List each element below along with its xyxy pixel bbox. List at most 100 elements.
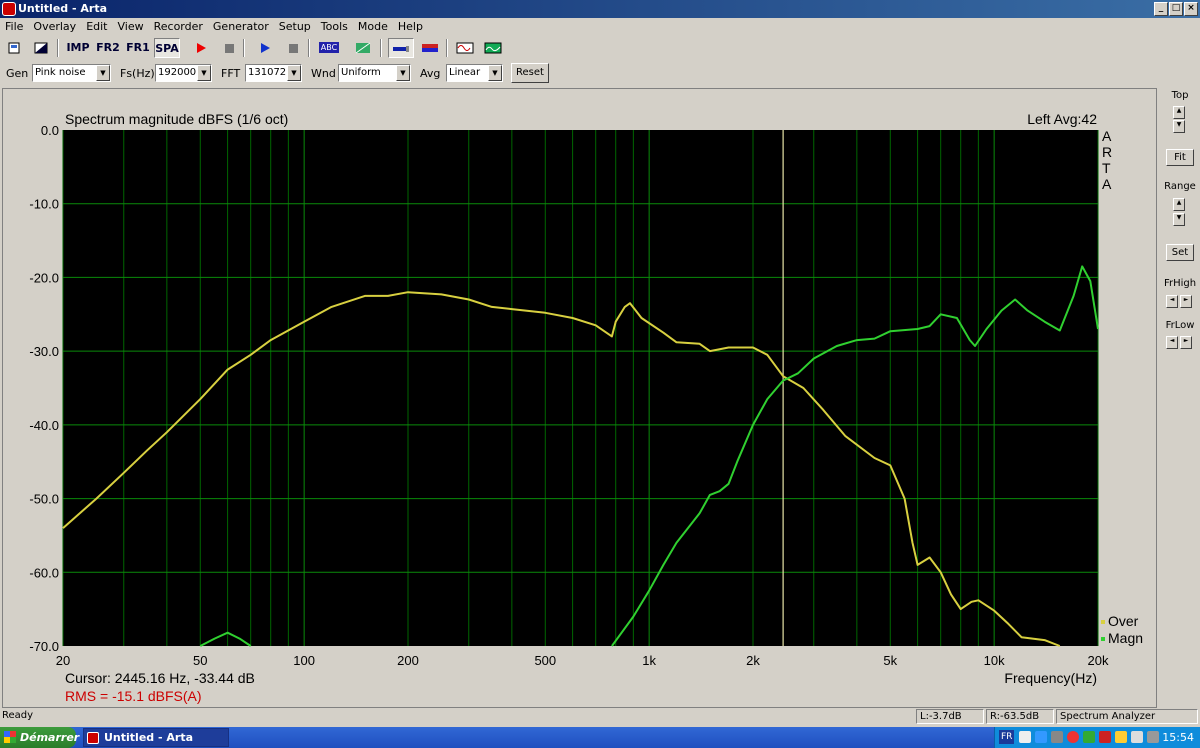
chevron-down-icon: ▼: [287, 65, 301, 81]
menu-view[interactable]: View: [113, 18, 149, 35]
frhigh-left-button[interactable]: ◄: [1166, 295, 1178, 308]
generator-play-icon[interactable]: [254, 38, 276, 58]
menu-edit[interactable]: Edit: [81, 18, 112, 35]
arta-watermark-letter: R: [1102, 144, 1112, 160]
x-tick-label: 2k: [746, 653, 760, 668]
legend-label-over: Over: [1108, 613, 1139, 629]
language-indicator[interactable]: FR: [999, 730, 1015, 744]
toolbar-separator: [243, 39, 245, 57]
blocked-icon[interactable]: [1067, 731, 1079, 743]
spa-mode-button[interactable]: SPA: [154, 38, 180, 58]
menu-file[interactable]: File: [0, 18, 28, 35]
abc-label-icon[interactable]: ABC: [316, 38, 342, 58]
top-label: Top: [1171, 90, 1189, 101]
reset-button[interactable]: Reset: [511, 63, 549, 83]
antivirus-icon[interactable]: [1083, 731, 1095, 743]
spectrum-generator-icon[interactable]: [480, 38, 506, 58]
wnd-label: Wnd: [311, 67, 336, 80]
security-icon[interactable]: [1099, 731, 1111, 743]
close-button[interactable]: ×: [1184, 2, 1198, 16]
set-button[interactable]: Set: [1166, 244, 1194, 261]
gen-label: Gen: [6, 67, 29, 80]
frlow-right-button[interactable]: ►: [1180, 336, 1192, 349]
right-level: R:-63.5dB: [986, 709, 1054, 724]
fr1-mode-button[interactable]: FR1: [125, 38, 151, 58]
menu-setup[interactable]: Setup: [274, 18, 316, 35]
menu-recorder[interactable]: Recorder: [149, 18, 208, 35]
y-tick-label: -50.0: [29, 492, 59, 507]
speaker-icon[interactable]: [1051, 731, 1063, 743]
averaging-select[interactable]: Linear ▼: [446, 64, 503, 82]
chevron-down-icon: ▼: [396, 65, 410, 81]
fs-label: Fs(Hz): [120, 67, 155, 80]
update-icon[interactable]: [1115, 731, 1127, 743]
legend-swatch-magn: [1101, 637, 1105, 641]
menu-overlay[interactable]: Overlay: [28, 18, 81, 35]
generator-select[interactable]: Pink noise ▼: [32, 64, 111, 82]
system-tray: FR 15:54: [994, 727, 1200, 748]
arta-watermark-letter: T: [1102, 160, 1111, 176]
y-tick-label: -10.0: [29, 197, 59, 212]
top-down-button[interactable]: ▼: [1173, 120, 1185, 133]
display-icon[interactable]: [1131, 731, 1143, 743]
chevron-down-icon: ▼: [197, 65, 211, 81]
taskbar-item-arta[interactable]: Untitled - Arta: [83, 728, 229, 747]
x-tick-label: 500: [534, 653, 556, 668]
title-bar: Untitled - Arta _ □ ×: [0, 0, 1200, 18]
menu-tools[interactable]: Tools: [316, 18, 353, 35]
x-tick-label: 100: [293, 653, 315, 668]
record-stop-icon[interactable]: [218, 38, 240, 58]
impulse-mode-button[interactable]: IMP: [65, 38, 91, 58]
signal-generator-icon[interactable]: [452, 38, 478, 58]
spectrum-chart[interactable]: 0.0-10.0-20.0-30.0-40.0-50.0-60.0-70.020…: [3, 89, 1156, 707]
frhigh-right-button[interactable]: ►: [1180, 295, 1192, 308]
chevron-down-icon: ▼: [96, 65, 110, 81]
maximize-button[interactable]: □: [1169, 2, 1183, 16]
menu-generator[interactable]: Generator: [208, 18, 274, 35]
chevron-down-icon: ▼: [488, 65, 502, 81]
legend-swatch-over: [1101, 620, 1105, 624]
top-up-button[interactable]: ▲: [1173, 106, 1185, 119]
open-file-icon[interactable]: [4, 38, 26, 58]
y-tick-label: -30.0: [29, 344, 59, 359]
range-down-button[interactable]: ▼: [1173, 213, 1185, 226]
frlow-left-button[interactable]: ◄: [1166, 336, 1178, 349]
x-tick-label: 20k: [1088, 653, 1109, 668]
toolbar: IMP FR2 FR1 SPA ABC: [0, 37, 1200, 59]
cursor-readout: Cursor: 2445.16 Hz, -33.44 dB: [65, 670, 255, 686]
input-settings-icon[interactable]: [388, 38, 414, 58]
start-button[interactable]: Démarrer: [0, 727, 79, 748]
sample-rate-select[interactable]: 192000 ▼: [155, 64, 212, 82]
arta-watermark-letter: A: [1102, 128, 1112, 144]
fit-button[interactable]: Fit: [1166, 149, 1194, 166]
y-tick-label: 0.0: [41, 123, 59, 138]
channel-info: Left Avg:42: [1027, 111, 1097, 127]
plot-panel: 0.0 -10.0 -20.0 -30.0 -40.0 -50.0 -60.0 -70.0 20…: [2, 88, 1157, 708]
menu-mode[interactable]: Mode: [353, 18, 393, 35]
fft-size-select[interactable]: 131072 ▼: [245, 64, 302, 82]
menu-help[interactable]: Help: [393, 18, 428, 35]
left-level: L:-3.7dB: [916, 709, 984, 724]
shield-icon[interactable]: [1035, 731, 1047, 743]
windows-flag-icon: [4, 731, 16, 743]
generator-stop-icon[interactable]: [282, 38, 304, 58]
taskbar: Démarrer Untitled - Arta FR 15:54: [0, 727, 1200, 748]
y-tick-label: -20.0: [29, 270, 59, 285]
toolbar-separator: [57, 39, 59, 57]
clock: 15:54: [1162, 731, 1194, 744]
record-play-icon[interactable]: [190, 38, 212, 58]
overlay-icon[interactable]: [30, 38, 52, 58]
mode-indicator: Spectrum Analyzer: [1056, 709, 1198, 724]
side-panel: Top ▲ ▼ Fit Range ▲ ▼ Set FrHigh ◄ ► FrL…: [1160, 88, 1200, 708]
minimize-button[interactable]: _: [1154, 2, 1168, 16]
range-up-button[interactable]: ▲: [1173, 198, 1185, 211]
network-icon[interactable]: [1019, 731, 1031, 743]
range-label: Range: [1164, 181, 1196, 192]
output-settings-icon[interactable]: [417, 38, 443, 58]
fr2-mode-button[interactable]: FR2: [95, 38, 121, 58]
avg-label: Avg: [420, 67, 441, 80]
x-tick-label: 20: [56, 653, 70, 668]
window-select[interactable]: Uniform ▼: [338, 64, 411, 82]
color-settings-icon[interactable]: [352, 38, 374, 58]
device-icon[interactable]: [1147, 731, 1159, 743]
